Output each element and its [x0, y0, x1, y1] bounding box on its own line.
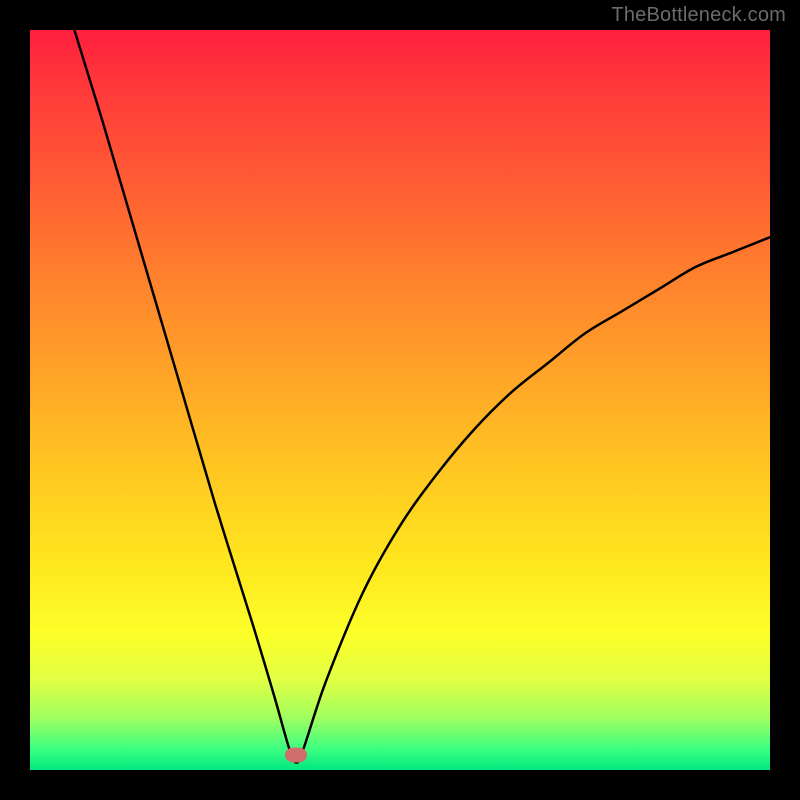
bottleneck-curve: [30, 30, 770, 770]
plot-area: [30, 30, 770, 770]
optimal-point-marker: [285, 748, 307, 763]
site-watermark: TheBottleneck.com: [611, 4, 786, 27]
